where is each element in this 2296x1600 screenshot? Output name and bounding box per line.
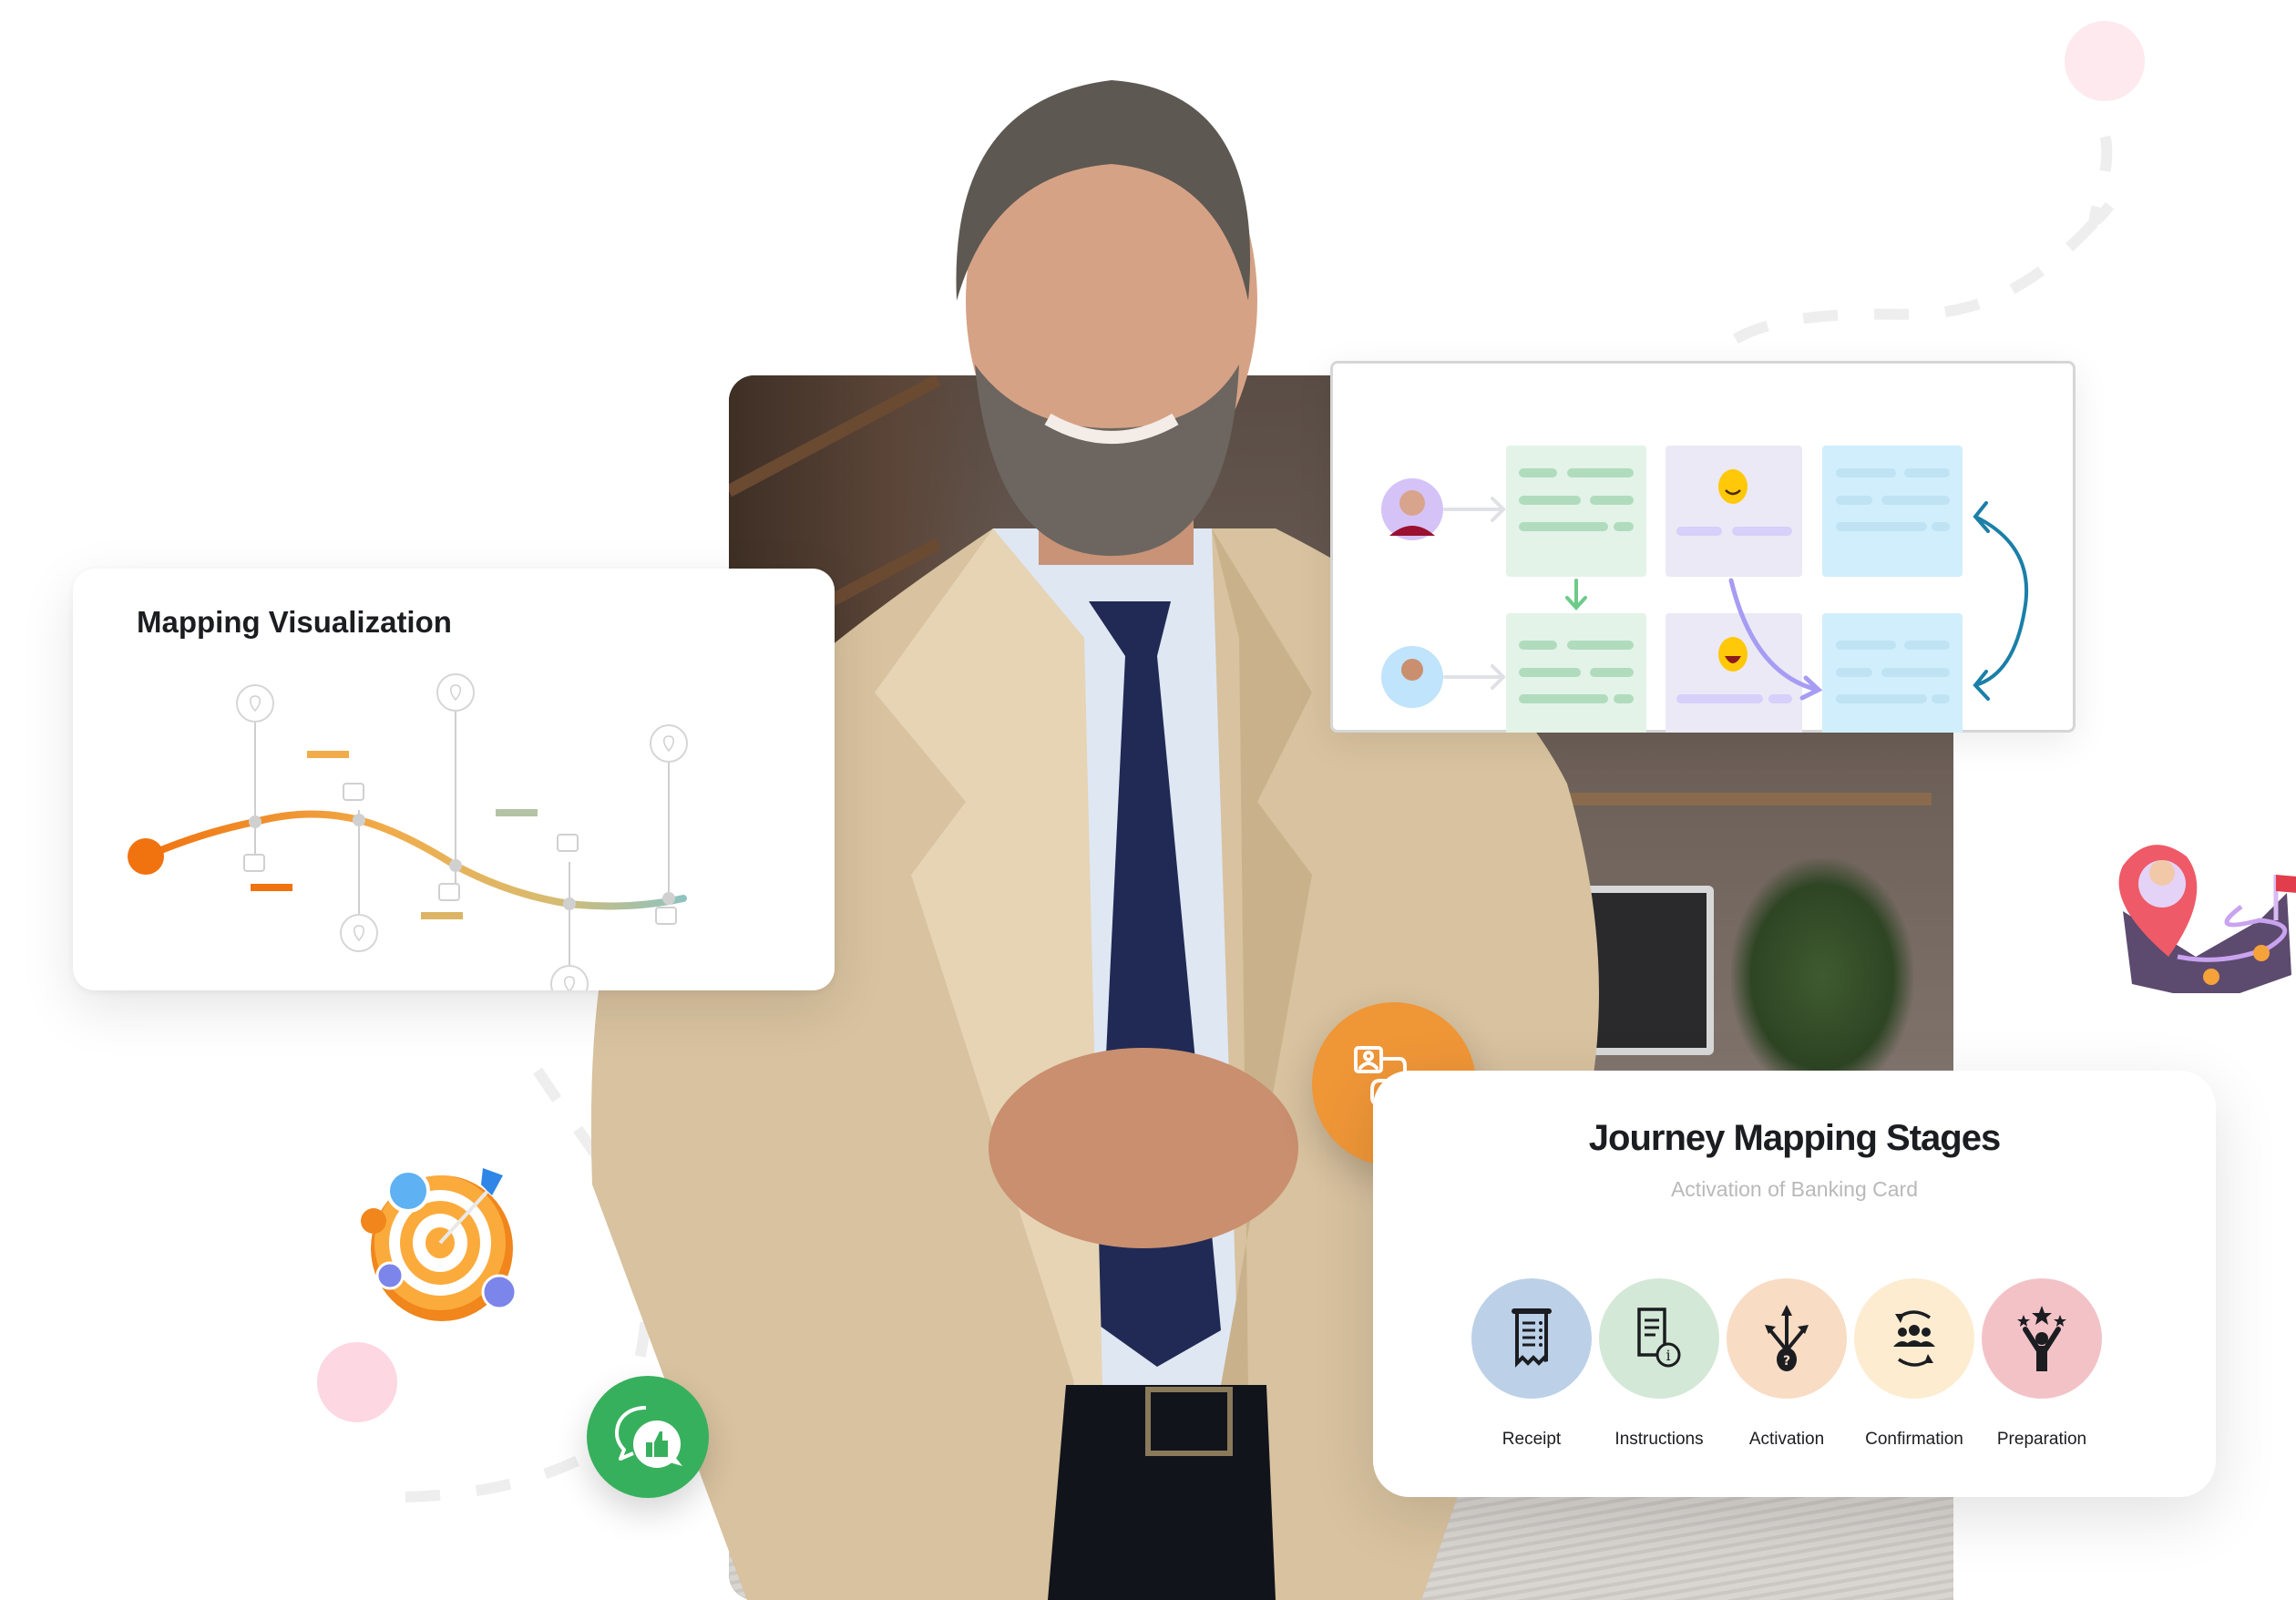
journey-mapping-stages-card: Journey Mapping Stages Activation of Ban…: [1373, 1071, 2216, 1497]
stage-circle: [1854, 1278, 1974, 1399]
flow-box-purple: [1666, 446, 1802, 577]
decision-arrows-icon: ?: [1765, 1305, 1809, 1371]
chat-thumbs-up-icon: [615, 1406, 682, 1468]
touchpoint-node: [449, 859, 462, 872]
journey-curve: [142, 810, 687, 910]
arrow-right-icon: [1443, 664, 1506, 690]
map-route-illustration: [2118, 845, 2296, 993]
team-cycle-icon: [1893, 1310, 1935, 1367]
laugh-emoji-icon: [1718, 637, 1748, 672]
touchpoint-box: [438, 883, 460, 901]
svg-text:i: i: [1666, 1347, 1670, 1364]
stage-bar: [496, 809, 538, 816]
touchpoint-box: [655, 907, 677, 925]
mapping-visualization-card: Mapping Visualization: [73, 569, 835, 990]
flow-diagram: [1381, 446, 2029, 733]
smile-emoji-icon: [1718, 469, 1748, 504]
trousers: [1048, 1385, 1276, 1600]
stage-label: Preparation: [1996, 1430, 2087, 1449]
journey-curve-chart: [128, 673, 688, 990]
persona-flow-diagram-card: [1330, 361, 2076, 733]
stage-circle: ?: [1727, 1278, 1847, 1399]
flow-box-green: [1506, 446, 1646, 577]
stage-receipt[interactable]: Receipt: [1471, 1278, 1592, 1449]
touchpoint-node: [563, 897, 576, 910]
stage-preparation[interactable]: Preparation: [1982, 1278, 2102, 1449]
svg-text:?: ?: [1783, 1354, 1790, 1369]
stage-bar: [421, 912, 463, 919]
hands: [989, 1048, 1298, 1248]
arrow-down-icon: [1565, 579, 1587, 610]
stage-activation[interactable]: ? Activation: [1727, 1278, 1847, 1449]
card-subtitle: Activation of Banking Card: [1670, 1177, 1919, 1201]
document-info-icon: i: [1637, 1308, 1681, 1368]
touchpoint-node: [662, 892, 675, 905]
location-pin-icon: [340, 914, 378, 952]
journey-start-dot: [128, 838, 164, 875]
stage-bar: [307, 751, 349, 758]
stage-circle: [1982, 1278, 2102, 1399]
location-pin-icon: [550, 965, 589, 990]
stage-circle: i: [1599, 1278, 1719, 1399]
receipt-icon: [1512, 1308, 1552, 1368]
flow-box-blue: [1822, 446, 1963, 577]
touchpoint-box: [557, 834, 579, 852]
stage-list: Receipt i Instructions ? Activation Conf…: [1471, 1278, 2127, 1470]
location-pin-icon: [236, 684, 274, 723]
touchpoint-node: [249, 815, 261, 828]
card-title: Journey Mapping Stages: [1588, 1118, 2001, 1158]
target-audience-illustration: [361, 1168, 518, 1321]
stage-confirmation[interactable]: Confirmation: [1854, 1278, 1974, 1449]
stage-instructions[interactable]: i Instructions: [1599, 1278, 1719, 1449]
touchpoint-box: [243, 854, 265, 872]
avatar-face: [1401, 659, 1423, 681]
stage-circle: [1471, 1278, 1592, 1399]
location-pin-icon: [650, 724, 688, 763]
touchpoint-box: [343, 783, 364, 801]
bidirectional-arrow-icon: [1973, 501, 2029, 701]
stage-bar: [251, 884, 292, 891]
location-pin-icon: [436, 673, 475, 712]
feedback-badge[interactable]: [587, 1376, 709, 1498]
touchpoint-node: [353, 814, 365, 826]
avatar-face: [1399, 490, 1425, 516]
arrow-right-icon: [1443, 497, 1506, 522]
celebrate-stars-icon: [2017, 1306, 2066, 1371]
